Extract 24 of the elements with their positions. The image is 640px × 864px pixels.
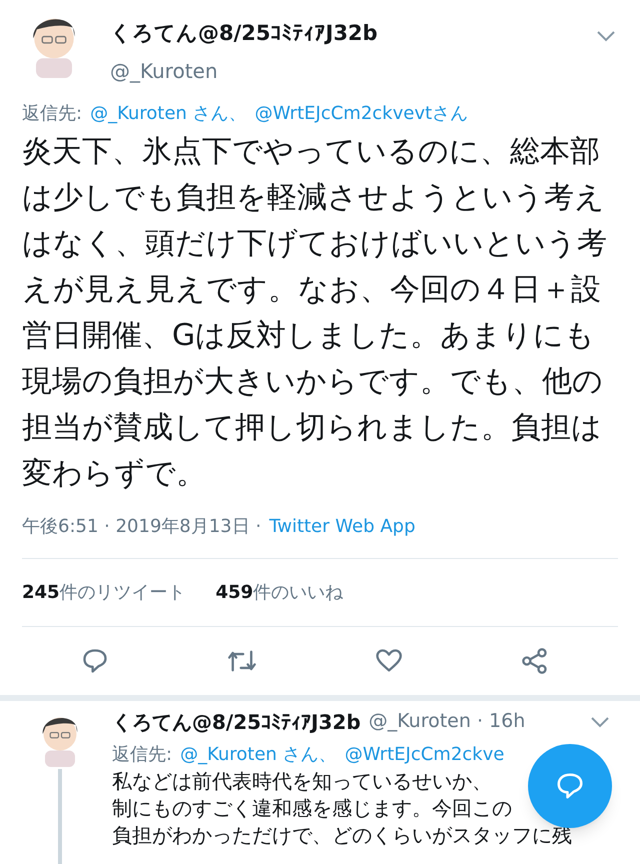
reply-to-label: 返信先: <box>22 102 82 126</box>
heart-icon[interactable] <box>375 646 403 674</box>
reply-to-label: 返信先: <box>112 742 172 766</box>
tweet-timestamp: 午後6:51 · 2019年8月13日 · <box>22 514 262 538</box>
mention-link[interactable]: @WrtEJcCm2ckve <box>344 740 504 768</box>
tweet-text: 炎天下、氷点下でやっているのに、総本部は少しでも負担を軽減させようという考えはなく、頭だけ下げておけばいいという考えが見え見えです。なお、今回の４日＋設営日開催、Gは反対しました。あまりにも現場の負担が大きいからです。でも、他の担当が賛成して押し切られました。負担は変わらずで。 <box>22 132 608 492</box>
mention-link[interactable]: @_Kuroten さん、 <box>90 100 247 126</box>
speech-bubble-icon[interactable] <box>81 646 109 674</box>
source-link[interactable]: Twitter Web App <box>269 512 416 540</box>
stat-link[interactable]: 459件のいいね <box>216 578 344 606</box>
mention-link[interactable]: @_Kuroten さん、 <box>180 740 337 768</box>
reply-text: 私などは前代表時代を知っているせいか、 <box>112 768 492 794</box>
reply-text: 負担がわかっただけで、どのくらいがスタッフに残 <box>112 822 572 848</box>
display-name: くろてん@8/25ｺﾐﾃｨｱJ32b <box>112 708 361 736</box>
display-name: くろてん@8/25ｺﾐﾃｨｱJ32b <box>110 20 378 47</box>
chevron-down-icon[interactable] <box>596 30 616 42</box>
share-icon[interactable] <box>521 646 549 674</box>
chevron-down-icon[interactable] <box>590 716 610 728</box>
mention-link[interactable]: @WrtEJcCm2ckvevtさん <box>254 100 468 126</box>
speech-bubble-icon <box>555 771 585 801</box>
user-handle: @_Kuroten · 16h <box>368 709 526 734</box>
reply-text: 制にものすごく違和感を感じます。今回この <box>112 794 512 822</box>
user-handle: @_Kuroten <box>110 58 219 85</box>
stat-link[interactable]: 245件のリツイート <box>22 578 186 606</box>
